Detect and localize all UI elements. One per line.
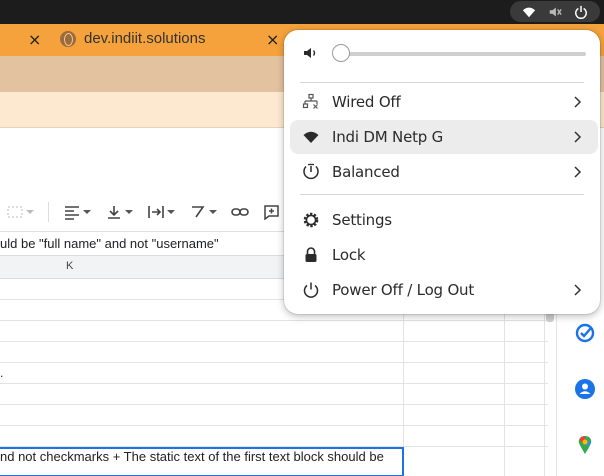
align-bottom-icon bbox=[108, 206, 120, 219]
active-cell-text: nd not checkmarks + The static text of t… bbox=[0, 449, 384, 464]
chevron-right-icon bbox=[574, 284, 582, 296]
globe-icon bbox=[60, 30, 76, 47]
wifi-icon bbox=[303, 131, 319, 143]
link-icon bbox=[231, 208, 249, 216]
menu-item-label: Lock bbox=[332, 246, 366, 264]
insert-link-button[interactable] bbox=[231, 204, 249, 220]
menu-item-wired[interactable]: Wired Off bbox=[290, 85, 598, 119]
wired-network-icon bbox=[302, 93, 318, 109]
contacts-icon[interactable] bbox=[574, 378, 596, 400]
tab-close-button[interactable]: × bbox=[28, 31, 41, 49]
system-tray[interactable] bbox=[510, 1, 600, 22]
comment-icon bbox=[264, 205, 279, 220]
volume-slider-knob[interactable] bbox=[332, 44, 350, 62]
text-wrap-icon bbox=[148, 206, 164, 218]
volume-slider-track[interactable] bbox=[341, 52, 586, 56]
speaker-icon bbox=[304, 48, 316, 58]
menu-item-wifi[interactable]: Indi DM Netp G bbox=[290, 120, 598, 154]
cell-fragment: . bbox=[0, 366, 4, 380]
maps-icon[interactable] bbox=[574, 434, 596, 456]
menu-item-settings[interactable]: Settings bbox=[290, 203, 598, 237]
align-left-icon bbox=[65, 206, 79, 220]
merge-cells-button[interactable] bbox=[6, 204, 34, 220]
text-rotation-icon bbox=[192, 206, 205, 218]
table-row[interactable] bbox=[0, 384, 548, 405]
chevron-right-icon bbox=[574, 96, 582, 108]
table-row[interactable] bbox=[0, 321, 548, 342]
menu-divider bbox=[300, 82, 584, 83]
wifi-status-icon bbox=[522, 5, 536, 19]
menu-item-label: Balanced bbox=[332, 163, 400, 181]
table-row[interactable] bbox=[0, 342, 548, 363]
tasks-icon[interactable] bbox=[574, 322, 596, 344]
menu-item-label: Wired Off bbox=[332, 93, 401, 111]
menu-item-power[interactable]: Power Off / Log Out bbox=[290, 273, 598, 307]
chevron-right-icon bbox=[574, 166, 582, 178]
text-wrap-button[interactable] bbox=[147, 204, 175, 220]
system-top-bar bbox=[0, 0, 604, 24]
tab-close-button[interactable]: × bbox=[266, 31, 279, 49]
gear-icon bbox=[303, 212, 319, 228]
volume-slider-row bbox=[284, 38, 600, 68]
table-row[interactable] bbox=[0, 363, 548, 384]
text-rotation-button[interactable] bbox=[189, 204, 217, 220]
merge-cells-icon bbox=[7, 206, 23, 218]
horizontal-align-button[interactable] bbox=[63, 204, 91, 220]
power-profile-icon bbox=[303, 163, 319, 180]
menu-divider bbox=[300, 194, 584, 195]
volume-muted-icon bbox=[548, 5, 562, 19]
column-header-k[interactable]: K bbox=[66, 260, 73, 272]
menu-item-label: Power Off / Log Out bbox=[332, 281, 475, 299]
sheet-format-toolbar bbox=[0, 196, 290, 228]
menu-item-power-profile[interactable]: Balanced bbox=[290, 155, 598, 189]
quick-settings-menu: Wired Off Indi DM Netp G Balanced Settin… bbox=[284, 30, 600, 314]
lock-icon bbox=[305, 247, 317, 262]
chevron-right-icon bbox=[574, 131, 582, 143]
toolbar-divider bbox=[48, 202, 49, 222]
menu-item-label: Settings bbox=[332, 211, 392, 229]
vertical-align-button[interactable] bbox=[105, 204, 133, 220]
power-status-icon bbox=[574, 5, 588, 19]
menu-item-lock[interactable]: Lock bbox=[290, 238, 598, 272]
insert-comment-button[interactable] bbox=[263, 204, 281, 220]
menu-item-label: Indi DM Netp G bbox=[332, 128, 444, 146]
power-icon bbox=[303, 282, 319, 298]
table-row[interactable] bbox=[0, 426, 548, 447]
tab-title: dev.indiit.solutions bbox=[84, 30, 206, 47]
table-row[interactable] bbox=[0, 405, 548, 426]
browser-tab[interactable]: dev.indiit.solutions bbox=[60, 30, 205, 47]
